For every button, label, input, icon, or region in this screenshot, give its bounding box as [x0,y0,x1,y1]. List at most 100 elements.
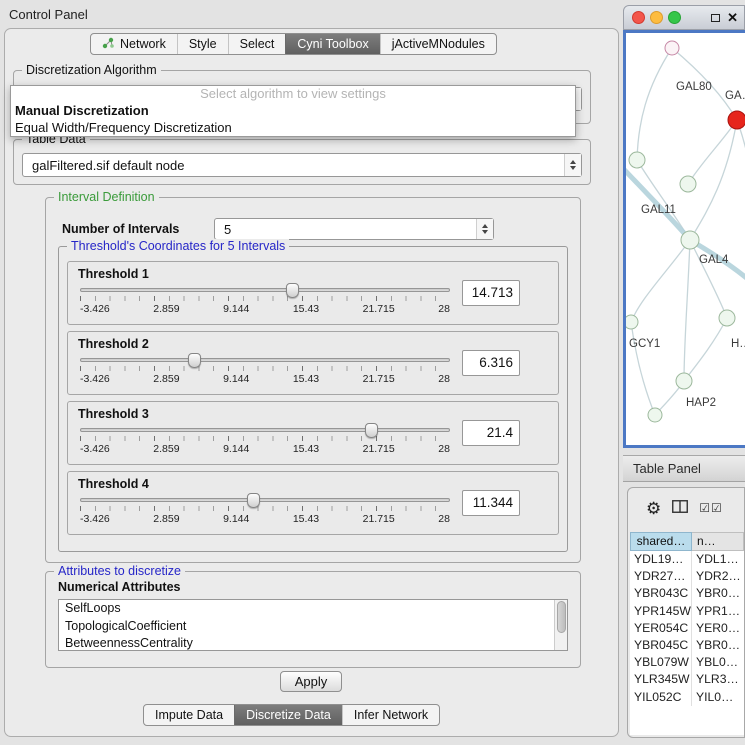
table-row[interactable]: YER054C YER0… [630,620,744,637]
threshold-2-slider[interactable] [80,358,450,362]
number-of-intervals-combobox[interactable]: 5 [214,218,494,240]
node[interactable] [676,373,692,389]
cell[interactable]: YBL0… [692,654,744,671]
cell[interactable]: YBR0… [692,585,744,602]
tab-jactivemnodules[interactable]: jActiveMNodules [380,34,496,54]
threshold-2-value-field[interactable]: 6.316 [462,350,520,376]
cell[interactable]: YBL079W [630,654,692,671]
group-label: Threshold's Coordinates for 5 Intervals [67,239,289,253]
close-icon[interactable]: ✕ [727,10,738,26]
dropdown-option-manual[interactable]: Manual Discretization [11,102,575,119]
node[interactable] [665,41,679,55]
tab-select[interactable]: Select [228,34,286,54]
close-traffic-light[interactable] [632,11,645,24]
selected-node[interactable] [728,111,745,129]
network-focus-frame: GAL80 GA… GAL11 GAL4 GCY1 H… HAP2 [623,30,745,448]
zoom-traffic-light[interactable] [668,11,681,24]
group-label: Discretization Algorithm [22,63,161,77]
node[interactable] [626,315,638,329]
slider-tick-labels: -3.426 2.859 9.144 15.43 21.715 28 [80,373,450,385]
threshold-2-panel: Threshold 2 -3.426 2.859 9.144 15.43 21.… [67,331,559,395]
table-row[interactable]: YBR043C YBR0… [630,585,744,602]
table-data-combobox[interactable]: galFiltered.sif default node [22,153,582,177]
threshold-2-label: Threshold 2 [78,337,149,351]
gear-icon[interactable]: ⚙ [646,500,661,517]
tick-label: -3.426 [80,513,110,525]
table-data-value: galFiltered.sif default node [23,158,564,173]
cell[interactable]: YPR145W [630,603,692,620]
table-row[interactable]: YBL079W YBL0… [630,654,744,671]
cell[interactable]: YIL052C [630,689,692,706]
cell[interactable]: YLR3… [692,671,744,688]
network-view-window: ✕ [623,5,745,448]
node-label: GAL4 [699,254,729,266]
node[interactable] [719,310,735,326]
slider-thumb[interactable] [188,353,201,368]
columns-icon[interactable] [672,500,688,516]
combo-stepper-icon[interactable] [564,154,581,176]
slider-thumb[interactable] [247,493,260,508]
table-row[interactable]: YDL19… YDL1… [630,551,744,568]
slider-thumb[interactable] [286,283,299,298]
cell[interactable]: YLR345W [630,671,692,688]
table-panel-header: Table Panel [623,455,745,482]
minimize-traffic-light[interactable] [650,11,663,24]
list-item[interactable]: TopologicalCoefficient [59,618,567,636]
tab-discretize-data[interactable]: Discretize Data [234,705,342,725]
tick-label: -3.426 [80,303,110,315]
tab-style[interactable]: Style [177,34,228,54]
node[interactable] [681,231,699,249]
tab-impute-data[interactable]: Impute Data [144,705,234,725]
tab-cyni-toolbox[interactable]: Cyni Toolbox [285,34,379,54]
node-label: GAL11 [641,204,676,216]
combo-stepper-icon[interactable] [476,219,493,239]
threshold-4-label: Threshold 4 [78,477,149,491]
cell[interactable]: YDL19… [630,551,692,568]
tab-network[interactable]: Network [91,34,177,54]
network-window-titlebar: ✕ [623,5,745,30]
list-item[interactable]: BetweennessCentrality [59,635,567,651]
table-row[interactable]: YBR045C YBR0… [630,637,744,654]
threshold-4-slider[interactable] [80,498,450,502]
select-columns-checkboxes-icon[interactable]: ☑☑ [699,501,723,515]
threshold-1-slider[interactable] [80,288,450,292]
tab-label: Discretize Data [246,708,331,722]
apply-button[interactable]: Apply [280,671,342,692]
cell[interactable]: YIL0… [692,689,744,706]
cell[interactable]: YPR1… [692,603,744,620]
tick-label: 15.43 [293,443,319,455]
threshold-4-value-field[interactable]: 11.344 [462,490,520,516]
slider-thumb[interactable] [365,423,378,438]
list-item[interactable]: SelfLoops [59,600,567,618]
tick-label: 28 [438,373,450,385]
node[interactable] [680,176,696,192]
cell[interactable]: YBR043C [630,585,692,602]
column-header-name[interactable]: n… [692,532,744,551]
table-row[interactable]: YIL052C YIL0… [630,689,744,706]
threshold-1-value-field[interactable]: 14.713 [462,280,520,306]
dropdown-option-equal-width[interactable]: Equal Width/Frequency Discretization [11,119,575,136]
scrollbar-thumb[interactable] [557,601,566,633]
threshold-3-slider[interactable] [80,428,450,432]
cell[interactable]: YDL1… [692,551,744,568]
cell[interactable]: YDR27… [630,568,692,585]
node[interactable] [629,152,645,168]
table-row[interactable]: YLR345W YLR3… [630,671,744,688]
tab-infer-network[interactable]: Infer Network [342,705,439,725]
table-row[interactable]: YDR27… YDR2… [630,568,744,585]
float-window-icon[interactable] [711,14,720,22]
cell[interactable]: YBR0… [692,637,744,654]
cell[interactable]: YBR045C [630,637,692,654]
cell[interactable]: YER054C [630,620,692,637]
bottom-tab-bar: Impute Data Discretize Data Infer Networ… [143,704,440,726]
table-row[interactable]: YPR145W YPR1… [630,603,744,620]
network-icon [102,37,115,52]
slider-tickmarks [80,506,450,511]
column-header-shared-name[interactable]: shared… [630,532,692,551]
node[interactable] [648,408,662,422]
threshold-3-value-field[interactable]: 21.4 [462,420,520,446]
cell[interactable]: YDR2… [692,568,744,585]
cell[interactable]: YER0… [692,620,744,637]
list-scrollbar[interactable] [554,600,567,650]
network-canvas[interactable]: GAL80 GA… GAL11 GAL4 GCY1 H… HAP2 [626,33,745,445]
